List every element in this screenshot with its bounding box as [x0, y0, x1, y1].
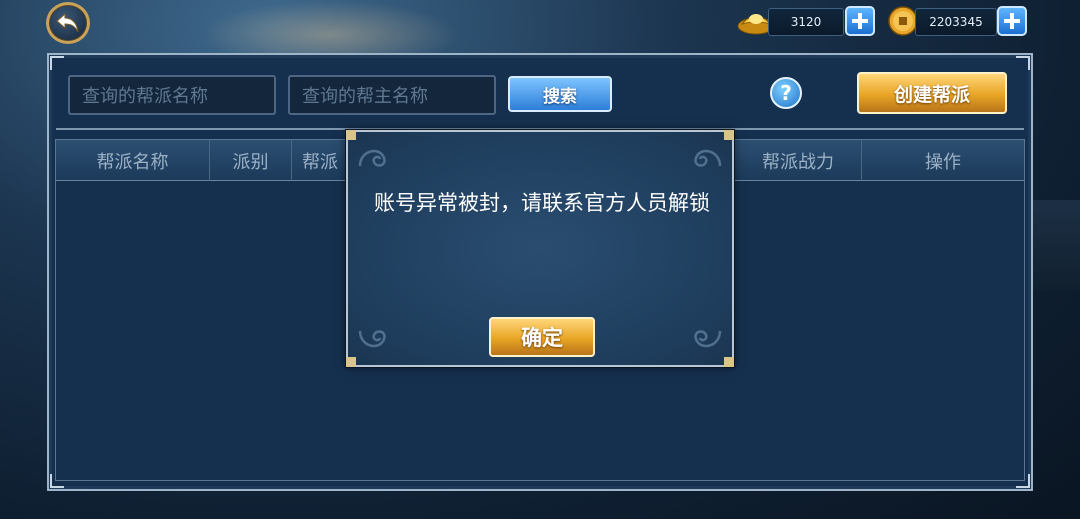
create-guild-button[interactable]: 创建帮派 — [857, 72, 1007, 114]
panel-corner-ornament — [50, 56, 64, 70]
gold-ingot-amount: 3120 — [768, 8, 844, 36]
ban-notice-dialog: 账号异常被封，请联系官方人员解锁 确定 — [346, 130, 734, 367]
leader-name-search-input[interactable]: 查询的帮主名称 — [288, 75, 496, 115]
add-coin-button[interactable] — [997, 6, 1027, 36]
add-gold-ingot-button[interactable] — [845, 6, 875, 36]
column-header-guild-power: 帮派战力 — [735, 140, 862, 181]
help-icon[interactable]: ? — [770, 77, 802, 109]
search-button[interactable]: 搜索 — [508, 76, 612, 112]
cloud-swirl-ornament — [694, 149, 722, 167]
back-button[interactable] — [46, 2, 90, 44]
column-header-guild-name: 帮派名称 — [56, 140, 210, 181]
plus-icon — [1004, 13, 1020, 29]
plus-icon — [852, 13, 868, 29]
confirm-button[interactable]: 确定 — [489, 317, 595, 357]
column-header-guild-partial: 帮派 — [302, 151, 338, 173]
back-arrow-icon — [56, 12, 79, 33]
guild-name-search-input[interactable]: 查询的帮派名称 — [68, 75, 276, 115]
background-building — [1030, 200, 1080, 290]
dialog-message: 账号异常被封，请联系官方人员解锁 — [374, 191, 710, 215]
coin-amount: 2203345 — [915, 8, 997, 36]
cloud-swirl-ornament — [358, 149, 386, 167]
cloud-swirl-ornament — [694, 330, 722, 348]
cloud-swirl-ornament — [358, 330, 386, 348]
column-header-faction: 派别 — [210, 140, 292, 181]
panel-corner-ornament — [1016, 56, 1030, 70]
column-header-actions: 操作 — [925, 151, 961, 173]
